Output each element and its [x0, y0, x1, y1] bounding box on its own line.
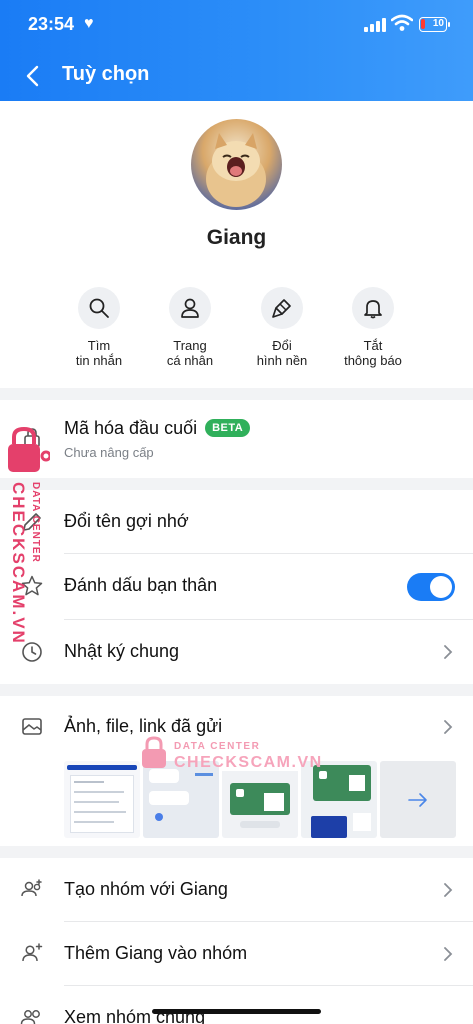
- see-more-media-button[interactable]: [380, 761, 456, 838]
- media-thumbnail[interactable]: [301, 761, 377, 838]
- battery-icon: 10: [419, 17, 450, 32]
- battery-level: 10: [432, 18, 444, 29]
- change-wallpaper-action[interactable]: Đổi hình nền: [232, 287, 332, 368]
- search-messages-label: Tìm tin nhắn: [75, 338, 123, 368]
- clock-icon: [22, 642, 42, 662]
- encryption-row[interactable]: Mã hóa đầu cuối BETA Chưa nâng cấp: [0, 400, 473, 478]
- create-group-label: Tạo nhóm với Giang: [64, 879, 228, 899]
- rename-label: Đổi tên gợi nhớ: [64, 511, 189, 531]
- add-to-group-label: Thêm Giang vào nhóm: [64, 943, 248, 963]
- beta-badge: BETA: [205, 419, 251, 437]
- group-section: Tạo nhóm với Giang Thêm Giang vào nhóm X…: [0, 858, 473, 1024]
- shared-media-label: Ảnh, file, link đã gửi: [64, 716, 223, 736]
- search-messages-action[interactable]: Tìm tin nhắn: [49, 287, 149, 368]
- header-bar: 23:54 ♥ 10 Tuỳ chọn: [0, 0, 473, 101]
- star-icon: [21, 575, 43, 596]
- status-time: 23:54: [28, 14, 75, 34]
- best-friend-row: Đánh dấu bạn thân: [0, 554, 473, 619]
- image-icon: [22, 718, 42, 735]
- shared-diary-row[interactable]: Nhật ký chung: [0, 620, 473, 684]
- profile-page-action[interactable]: Trang cá nhân: [140, 287, 240, 368]
- media-thumbnail[interactable]: [222, 761, 298, 838]
- change-wallpaper-label: Đổi hình nền: [256, 338, 308, 368]
- media-thumbnail[interactable]: [64, 761, 140, 838]
- group-icon: [20, 1010, 40, 1024]
- encryption-section: Mã hóa đầu cuối BETA Chưa nâng cấp: [0, 400, 473, 478]
- add-to-group-row[interactable]: Thêm Giang vào nhóm: [0, 922, 473, 986]
- shared-media-row[interactable]: Ảnh, file, link đã gửi: [0, 696, 473, 756]
- chevron-right-icon: [444, 883, 453, 897]
- watermark-lock-icon: [142, 736, 166, 768]
- search-icon: [89, 298, 109, 318]
- shared-diary-label: Nhật ký chung: [64, 641, 180, 661]
- page-title: Tuỳ chọn: [62, 63, 150, 85]
- bell-icon: [364, 300, 382, 319]
- profile-card: Giang Tìm tin nhắn Trang cá nhân Đổi hìn…: [0, 101, 473, 388]
- media-thumbnails: [64, 761, 456, 838]
- create-group-row[interactable]: Tạo nhóm với Giang: [0, 858, 473, 922]
- back-arrow-icon[interactable]: [22, 62, 44, 90]
- shared-media-section: Ảnh, file, link đã gửi: [0, 696, 473, 846]
- encryption-subtitle: Chưa nâng cấp: [64, 445, 154, 460]
- group-add-icon: [21, 879, 42, 897]
- mute-notifications-action[interactable]: Tắt thông báo: [323, 287, 423, 368]
- rename-row[interactable]: Đổi tên gợi nhớ: [0, 490, 473, 554]
- media-thumbnail[interactable]: [143, 761, 219, 838]
- avatar-cat-image: [206, 133, 266, 207]
- person-add-icon: [22, 943, 43, 962]
- home-indicator[interactable]: [152, 1009, 321, 1014]
- best-friend-label: Đánh dấu bạn thân: [64, 575, 218, 595]
- profile-name: Giang: [206, 226, 267, 249]
- wifi-icon: [391, 14, 413, 31]
- common-groups-row[interactable]: Xem nhóm chung: [0, 986, 473, 1024]
- watermark-lock-icon: [8, 426, 50, 472]
- person-icon: [181, 298, 199, 318]
- cellular-signal-icon: [364, 18, 386, 32]
- paint-brush-icon: [272, 299, 291, 318]
- pencil-icon: [23, 513, 41, 531]
- mute-notifications-label: Tắt thông báo: [344, 338, 402, 368]
- encryption-title: Mã hóa đầu cuối BETA: [64, 418, 251, 439]
- settings-section: Đổi tên gợi nhớ Đánh dấu bạn thân Nhật k…: [0, 490, 473, 684]
- profile-page-label: Trang cá nhân: [166, 338, 214, 368]
- chevron-right-icon: [444, 720, 453, 734]
- arrow-right-icon: [408, 792, 427, 807]
- avatar[interactable]: [191, 119, 282, 210]
- best-friend-toggle[interactable]: [407, 573, 455, 601]
- chevron-right-icon: [444, 645, 453, 659]
- heart-icon: ♥: [84, 15, 94, 32]
- chevron-right-icon: [444, 947, 453, 961]
